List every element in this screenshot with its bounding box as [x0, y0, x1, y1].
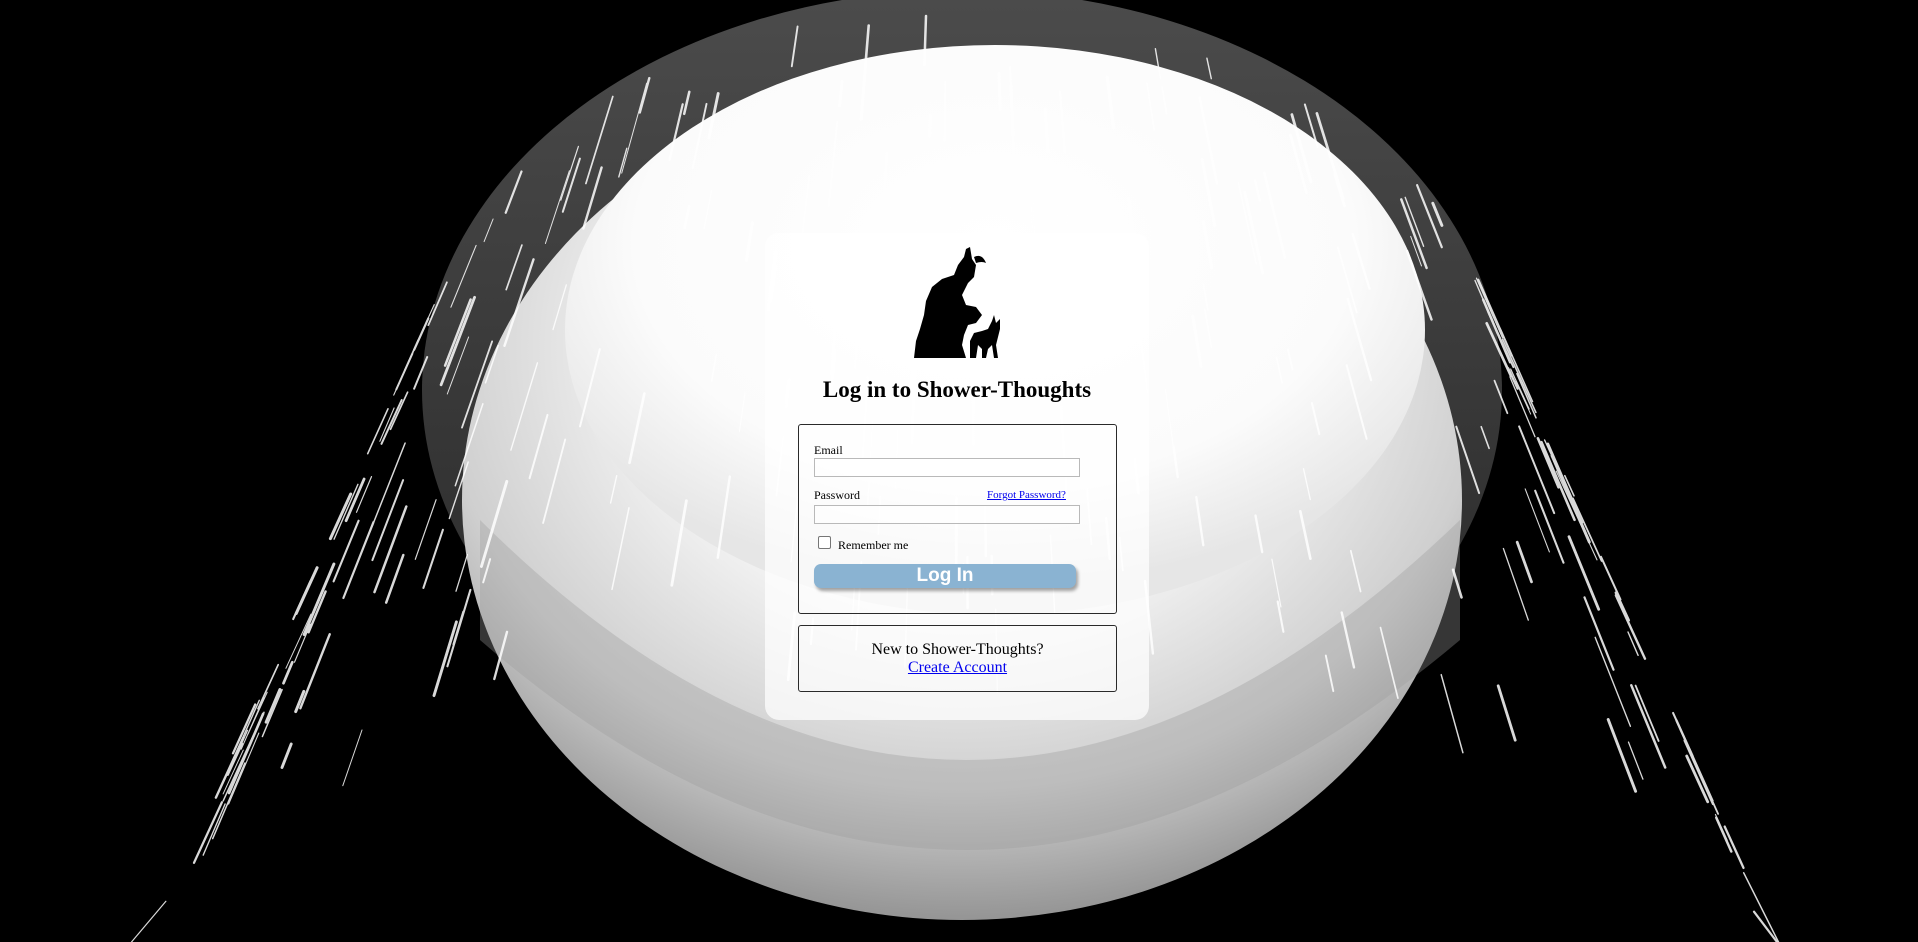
create-account-link[interactable]: Create Account: [799, 659, 1116, 677]
forgot-password-link[interactable]: Forgot Password?: [987, 489, 1066, 502]
signup-box: New to Shower-Thoughts? Create Account: [798, 625, 1117, 692]
remember-me-label: Remember me: [838, 538, 909, 552]
remember-me-checkbox[interactable]: [818, 536, 831, 549]
login-page: Log in to Shower-Thoughts Email Password…: [0, 0, 1918, 942]
water-stream: [928, 113, 932, 138]
email-label: Email: [814, 443, 843, 457]
password-field[interactable]: [814, 505, 1080, 524]
water-stream: [943, 80, 947, 142]
login-form: Email Password Forgot Password? Remember…: [798, 424, 1117, 614]
signup-prompt: New to Shower-Thoughts?: [871, 641, 1044, 658]
page-title: Log in to Shower-Thoughts: [822, 377, 1092, 402]
password-label: Password: [814, 488, 861, 502]
log-in-button[interactable]: Log In: [814, 564, 1076, 588]
water-stream: [997, 72, 1002, 111]
water-stream: [923, 14, 928, 67]
email-field[interactable]: [814, 458, 1080, 477]
thinker-with-dog-icon: [914, 247, 1000, 358]
